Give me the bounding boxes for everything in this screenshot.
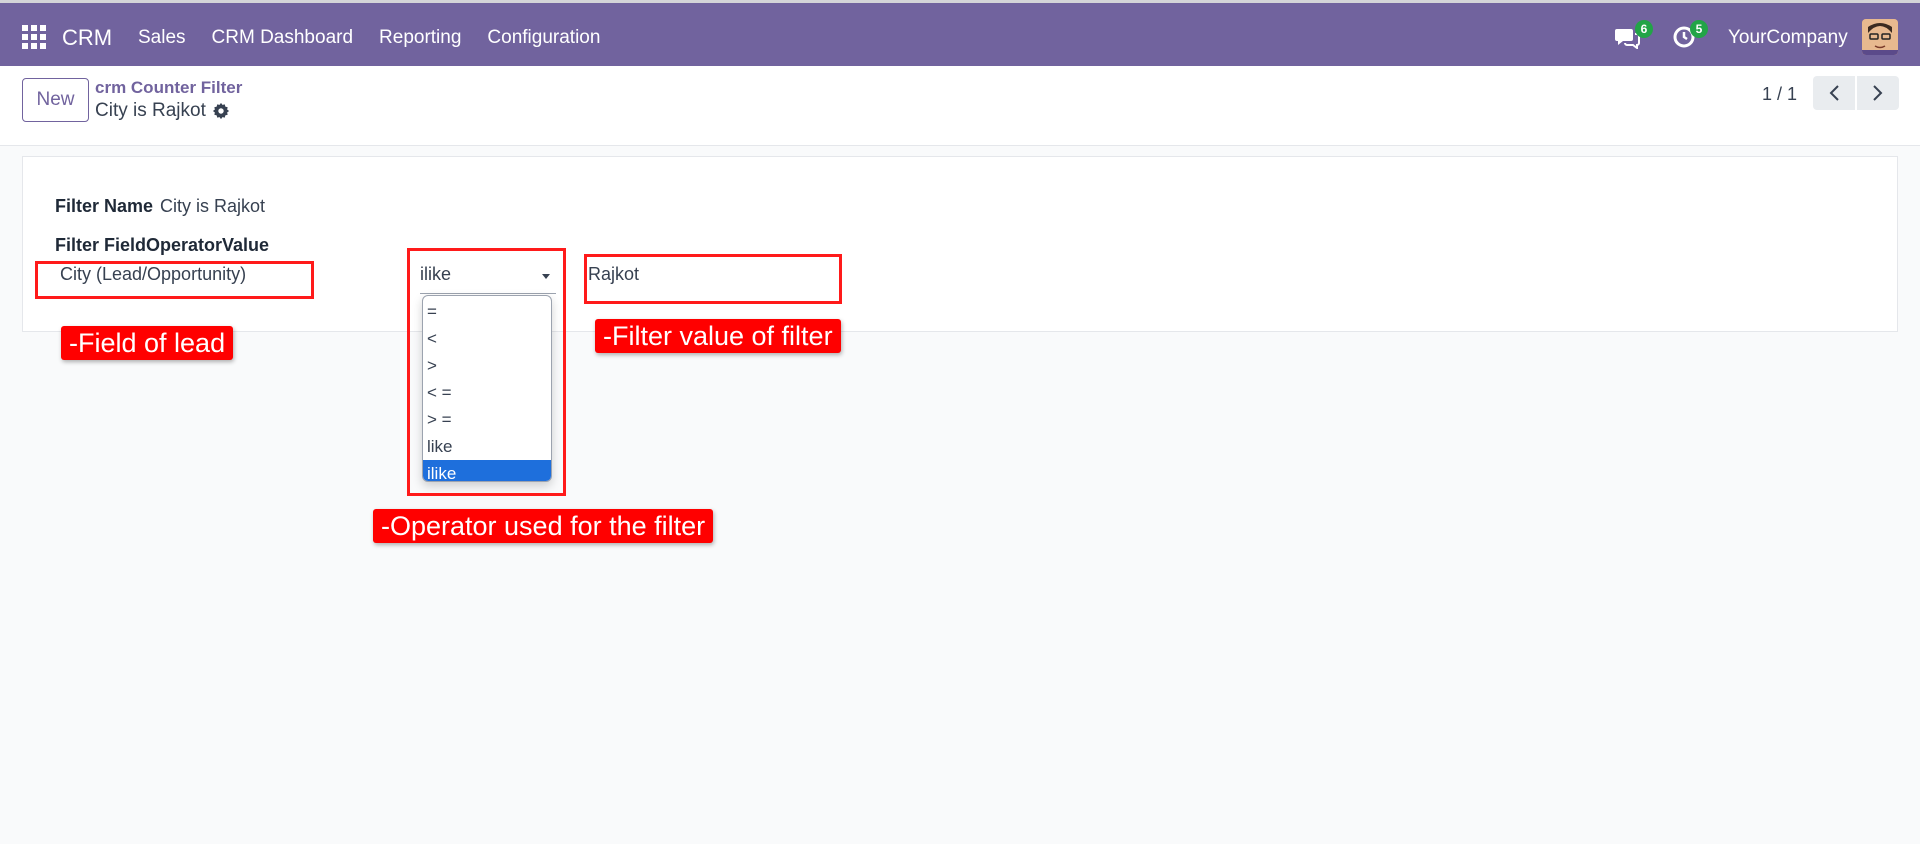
pager-previous-button[interactable] xyxy=(1813,76,1855,110)
filter-name-value[interactable]: City is Rajkot xyxy=(160,196,265,217)
annotation-label-field: -Field of lead xyxy=(61,326,234,360)
user-avatar[interactable] xyxy=(1862,19,1898,55)
form-sheet xyxy=(22,156,1898,332)
new-button[interactable]: New xyxy=(22,78,89,122)
breadcrumb-current: City is Rajkot xyxy=(95,100,206,121)
breadcrumb-parent[interactable]: crm Counter Filter xyxy=(95,78,242,98)
main-menu: Sales CRM Dashboard Reporting Configurat… xyxy=(125,27,613,49)
annotation-label-operator: -Operator used for the filter xyxy=(373,509,714,543)
menu-item-configuration[interactable]: Configuration xyxy=(474,27,613,49)
menu-item-sales[interactable]: Sales xyxy=(125,27,199,49)
pager-counter: 1 / 1 xyxy=(1762,84,1798,104)
company-switcher[interactable]: YourCompany xyxy=(1728,27,1848,49)
menu-item-reporting[interactable]: Reporting xyxy=(366,27,474,49)
activities-count-badge: 5 xyxy=(1690,20,1708,38)
annotation-box-value xyxy=(584,254,842,304)
chevron-right-icon xyxy=(1873,85,1883,101)
messages-count-badge: 6 xyxy=(1635,20,1653,38)
annotation-box-operator xyxy=(407,248,566,496)
menu-item-crm-dashboard[interactable]: CRM Dashboard xyxy=(199,27,367,49)
annotation-label-value: -Filter value of filter xyxy=(595,319,841,353)
filter-name-label: Filter Name xyxy=(55,196,154,216)
chevron-left-icon xyxy=(1829,85,1839,101)
control-panel: New crm Counter Filter City is Rajkot 1 … xyxy=(0,66,1920,146)
app-brand[interactable]: CRM xyxy=(62,25,112,51)
apps-menu-icon[interactable] xyxy=(22,25,46,49)
top-navbar: CRM Sales CRM Dashboard Reporting Config… xyxy=(0,0,1920,66)
pager-next-button[interactable] xyxy=(1857,76,1899,110)
gear-icon[interactable] xyxy=(212,102,230,120)
filter-field-header: Filter FieldOperatorValue xyxy=(55,235,270,255)
annotation-box-field xyxy=(35,261,314,299)
